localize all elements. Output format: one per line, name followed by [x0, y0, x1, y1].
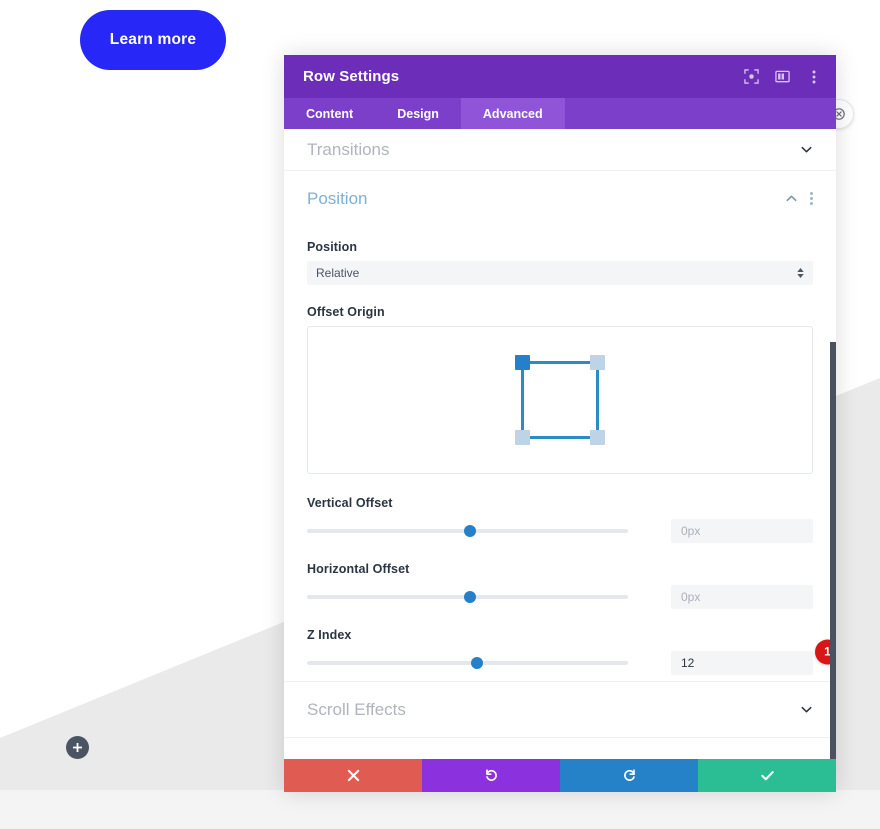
- position-select[interactable]: Relative: [307, 261, 813, 285]
- z-index-slider-track: [307, 661, 628, 665]
- modal-title: Row Settings: [303, 68, 400, 85]
- z-index-slider[interactable]: [307, 656, 628, 670]
- z-index-field: Z Index 1: [307, 628, 836, 675]
- tab-design[interactable]: Design: [375, 98, 461, 129]
- section-scroll-effects[interactable]: Scroll Effects: [284, 681, 836, 737]
- position-field: Position Relative: [307, 240, 813, 285]
- z-index-input[interactable]: [671, 651, 813, 675]
- origin-line-top: [522, 361, 598, 364]
- section-scroll-effects-title: Scroll Effects: [307, 699, 406, 719]
- undo-button[interactable]: [422, 759, 560, 792]
- checkmark-icon: [760, 771, 774, 781]
- redo-button[interactable]: [560, 759, 698, 792]
- modal-header: Row Settings: [284, 55, 836, 98]
- origin-line-right: [596, 362, 599, 438]
- position-panel: Position Relative Offset Origin Vertical…: [284, 226, 836, 675]
- footer-strip: [0, 790, 880, 829]
- tab-content[interactable]: Content: [284, 98, 375, 129]
- horizontal-offset-slider[interactable]: [307, 590, 628, 604]
- modal-tabs: Content Design Advanced: [284, 98, 836, 129]
- section-scroll-effects-controls: [800, 703, 813, 716]
- chevron-up-icon[interactable]: [785, 192, 798, 205]
- horizontal-offset-label: Horizontal Offset: [307, 562, 410, 576]
- settings-scroll-area: Transitions Position Position Relative O…: [284, 129, 836, 759]
- section-transitions[interactable]: Transitions: [284, 129, 836, 171]
- vertical-offset-slider-thumb[interactable]: [464, 525, 477, 537]
- section-transitions-title: Transitions: [307, 139, 390, 159]
- focus-target-icon[interactable]: [743, 68, 760, 85]
- chevron-down-icon[interactable]: [800, 703, 813, 716]
- horizontal-offset-field: Horizontal Offset: [307, 562, 813, 609]
- layout-columns-icon[interactable]: [774, 68, 791, 85]
- origin-handle-bottom-right[interactable]: [590, 430, 605, 445]
- modal-header-actions: [743, 68, 822, 85]
- section-position[interactable]: Position: [284, 171, 836, 226]
- close-x-icon: [347, 769, 359, 782]
- position-field-label: Position: [307, 240, 358, 254]
- origin-line-left: [521, 362, 524, 438]
- offset-origin-picker[interactable]: [307, 326, 813, 474]
- offset-origin-field: Offset Origin: [307, 305, 813, 474]
- more-options-icon[interactable]: [805, 68, 822, 85]
- section-position-controls: [785, 192, 813, 205]
- section-transitions-controls: [800, 143, 813, 156]
- modal-footer: [284, 759, 836, 792]
- origin-handle-top-right[interactable]: [590, 355, 605, 370]
- origin-handle-top-left[interactable]: [515, 355, 530, 370]
- z-index-label: Z Index: [307, 628, 352, 642]
- section-position-title: Position: [307, 188, 368, 208]
- undo-arrow-icon: [485, 769, 497, 781]
- vertical-offset-slider[interactable]: [307, 524, 628, 538]
- tab-advanced[interactable]: Advanced: [460, 98, 565, 129]
- z-index-slider-thumb[interactable]: [470, 657, 483, 669]
- vertical-offset-label: Vertical Offset: [307, 496, 393, 510]
- modal-scrollbar[interactable]: [830, 342, 836, 759]
- plus-icon: [73, 743, 82, 752]
- origin-line-bottom: [522, 436, 598, 439]
- redo-arrow-icon: [623, 769, 635, 781]
- horizontal-offset-input[interactable]: [671, 585, 813, 609]
- add-module-button[interactable]: [66, 736, 89, 759]
- modal-body: Transitions Position Position Relative O…: [284, 129, 836, 759]
- save-button[interactable]: [698, 759, 836, 792]
- cancel-button[interactable]: [284, 759, 422, 792]
- row-settings-modal: Row Settings Content Design Advanced Tra…: [284, 55, 836, 792]
- offset-origin-grid: [515, 355, 605, 445]
- horizontal-offset-slider-thumb[interactable]: [464, 591, 477, 603]
- vertical-offset-field: Vertical Offset: [307, 496, 813, 543]
- learn-more-button[interactable]: Learn more: [80, 10, 226, 70]
- origin-handle-bottom-left[interactable]: [515, 430, 530, 445]
- vertical-offset-input[interactable]: [671, 519, 813, 543]
- help-row[interactable]: ? Help: [284, 737, 836, 759]
- chevron-down-icon[interactable]: [800, 143, 813, 156]
- offset-origin-label: Offset Origin: [307, 305, 385, 319]
- section-options-icon[interactable]: [809, 192, 813, 205]
